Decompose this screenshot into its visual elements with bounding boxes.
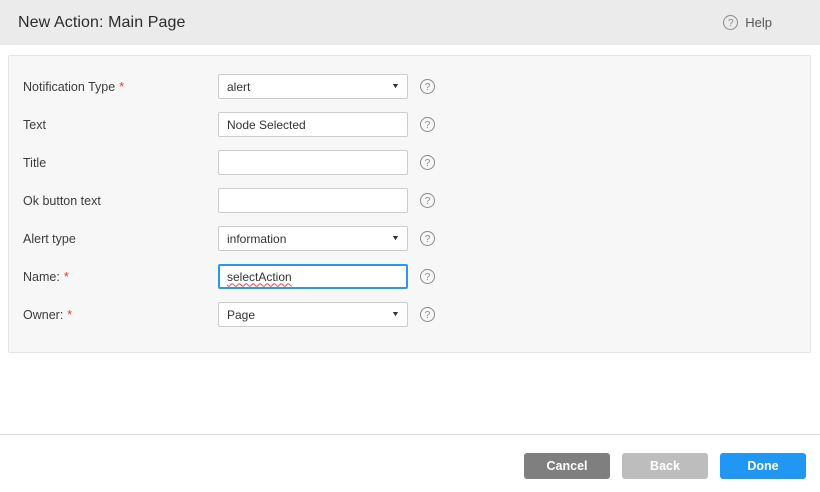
help-icon[interactable]: ? bbox=[420, 193, 435, 208]
back-button[interactable]: Back bbox=[622, 453, 708, 479]
label-text: Alert type bbox=[23, 232, 76, 246]
select-value: alert bbox=[227, 80, 250, 94]
label-text: Notification Type bbox=[23, 80, 115, 94]
help-icon[interactable]: ? bbox=[420, 269, 435, 284]
label-text: Text bbox=[23, 118, 46, 132]
label-text: Owner: bbox=[23, 308, 63, 322]
help-icon[interactable]: ? bbox=[420, 155, 435, 170]
ok-button-text-input[interactable] bbox=[218, 188, 408, 213]
field-label: Alert type bbox=[23, 232, 218, 246]
text-input[interactable] bbox=[218, 112, 408, 137]
dropdown-arrow-icon: ▼ bbox=[391, 235, 400, 242]
label-text: Name: bbox=[23, 270, 60, 284]
cancel-button[interactable]: Cancel bbox=[524, 453, 610, 479]
help-icon[interactable]: ? bbox=[420, 231, 435, 246]
dialog-header: New Action: Main Page ? Help bbox=[0, 0, 820, 45]
help-icon[interactable]: ? bbox=[420, 79, 435, 94]
required-marker: * bbox=[67, 308, 72, 322]
new-action-dialog: New Action: Main Page ? Help Notificatio… bbox=[0, 0, 820, 492]
field-label: Owner: * bbox=[23, 308, 218, 322]
page-title: New Action: Main Page bbox=[18, 14, 186, 32]
dropdown-arrow-icon: ▼ bbox=[391, 311, 400, 318]
label-text: Ok button text bbox=[23, 194, 101, 208]
notification-type-select[interactable]: alert ▼ bbox=[218, 74, 408, 99]
select-value: Page bbox=[227, 308, 255, 322]
required-marker: * bbox=[64, 270, 69, 284]
help-label: Help bbox=[745, 15, 772, 30]
help-icon: ? bbox=[723, 15, 738, 30]
form-row-owner: Owner: * Page ▼ ? bbox=[23, 302, 790, 327]
help-icon[interactable]: ? bbox=[420, 117, 435, 132]
field-label: Text bbox=[23, 118, 218, 132]
required-marker: * bbox=[119, 80, 124, 94]
form-row-ok-button-text: Ok button text ? bbox=[23, 188, 790, 213]
form-row-text: Text ? bbox=[23, 112, 790, 137]
field-label: Notification Type * bbox=[23, 80, 218, 94]
name-input-value: selectAction bbox=[227, 270, 292, 284]
dropdown-arrow-icon: ▼ bbox=[391, 83, 400, 90]
title-input[interactable] bbox=[218, 150, 408, 175]
name-input[interactable]: selectAction bbox=[218, 264, 408, 289]
form-row-notification-type: Notification Type * alert ▼ ? bbox=[23, 74, 790, 99]
label-text: Title bbox=[23, 156, 46, 170]
done-button[interactable]: Done bbox=[720, 453, 806, 479]
alert-type-select[interactable]: information ▼ bbox=[218, 226, 408, 251]
owner-select[interactable]: Page ▼ bbox=[218, 302, 408, 327]
help-icon[interactable]: ? bbox=[420, 307, 435, 322]
field-label: Ok button text bbox=[23, 194, 218, 208]
help-link[interactable]: ? Help bbox=[723, 15, 772, 30]
form-row-alert-type: Alert type information ▼ ? bbox=[23, 226, 790, 251]
form-row-name: Name: * selectAction ? bbox=[23, 264, 790, 289]
footer-buttons: Cancel Back Done bbox=[524, 453, 806, 479]
field-label: Name: * bbox=[23, 270, 218, 284]
select-value: information bbox=[227, 232, 286, 246]
footer-divider bbox=[0, 434, 820, 435]
form-panel: Notification Type * alert ▼ ? Text ? Titl… bbox=[8, 55, 811, 353]
form-row-title: Title ? bbox=[23, 150, 790, 175]
field-label: Title bbox=[23, 156, 218, 170]
